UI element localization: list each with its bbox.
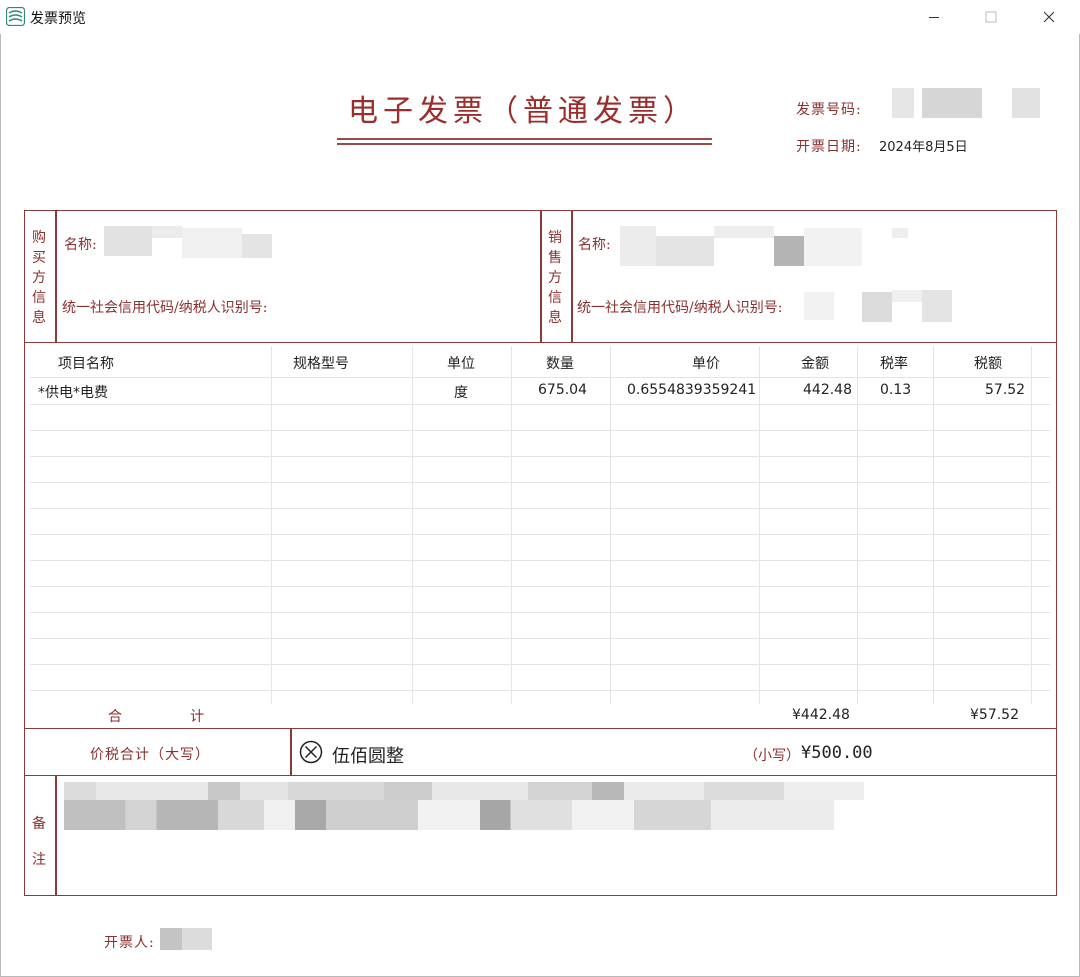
- minimize-icon: [929, 17, 939, 18]
- redacted-invoice-number: [922, 88, 982, 118]
- redacted-buyer-name: [152, 226, 182, 238]
- grid-line: [857, 346, 858, 704]
- total-label: 计: [190, 709, 204, 725]
- invoice-title: 电子发票（普通发票）: [348, 94, 698, 129]
- grid-line: [30, 560, 1050, 561]
- grid-line: [271, 346, 272, 704]
- grid-line: [511, 346, 512, 704]
- column-header: 数量: [546, 356, 574, 372]
- divider: [55, 210, 57, 343]
- item-quantity: 675.04: [538, 382, 587, 398]
- items-table-frame: [24, 342, 1057, 729]
- redacted-seller-tax-id: [892, 290, 922, 302]
- buyer-tax-id-label: 统一社会信用代码/纳税人识别号:: [62, 300, 268, 316]
- title-underline-bottom: [337, 143, 712, 145]
- grid-line: [30, 534, 1050, 535]
- column-header: 税额: [974, 356, 1002, 372]
- cross-circle-icon: [299, 740, 323, 764]
- invoice-date-label: 开票日期:: [796, 139, 862, 155]
- redacted-seller-tax-id: [862, 292, 892, 322]
- redacted-buyer-name: [104, 226, 152, 256]
- redacted-seller-name: [804, 228, 862, 266]
- total-tax: ¥57.52: [970, 707, 1019, 723]
- redacted-seller-name: [714, 226, 774, 238]
- item-name: *供电*电费: [38, 385, 108, 401]
- maximize-button[interactable]: [968, 0, 1014, 34]
- seller-name-label: 名称:: [578, 237, 611, 253]
- redacted-issuer: [160, 928, 182, 950]
- grid-line: [30, 508, 1050, 509]
- grid-line: [30, 612, 1050, 613]
- column-header: 项目名称: [58, 356, 114, 372]
- column-header: 金额: [801, 356, 829, 372]
- grid-line: [30, 638, 1050, 639]
- total-amount: ¥442.48: [792, 707, 850, 723]
- grid-line: [30, 664, 1050, 665]
- grid-line: [30, 404, 1050, 405]
- divider: [290, 728, 292, 776]
- buyer-name-label: 名称:: [64, 237, 97, 253]
- grid-line: [30, 430, 1050, 431]
- column-header: 税率: [880, 356, 908, 372]
- total-label: 合: [108, 709, 122, 725]
- item-unit: 度: [454, 385, 468, 401]
- title-underline-top: [337, 138, 712, 140]
- grid-line: [30, 586, 1050, 587]
- issuer-label: 开票人:: [104, 935, 155, 951]
- redacted-seller-tax-id: [804, 292, 834, 320]
- redacted-issuer: [182, 928, 212, 950]
- app-icon: [6, 7, 25, 26]
- grid-line: [30, 456, 1050, 457]
- redacted-seller-name: [774, 236, 804, 266]
- invoice-number-label: 发票号码:: [796, 102, 862, 118]
- grid-line: [30, 690, 1050, 691]
- redaction-bar: [64, 782, 864, 800]
- grid-line: [933, 346, 934, 704]
- grid-line: [610, 346, 611, 704]
- column-header: 单价: [692, 356, 720, 372]
- redaction-bar: [64, 800, 834, 830]
- redacted-seller-name: [656, 236, 714, 266]
- buyer-section-label: 购买方信息: [32, 230, 46, 326]
- remarks-label: 备注: [32, 816, 46, 868]
- title-bar[interactable]: 发票预览: [0, 0, 1080, 34]
- divider: [571, 210, 573, 343]
- grid-line: [759, 346, 760, 704]
- redacted-seller-name: [892, 228, 908, 238]
- divider: [55, 775, 57, 896]
- close-button[interactable]: [1026, 0, 1072, 34]
- grid-line: [30, 482, 1050, 483]
- column-header: 规格型号: [293, 356, 349, 372]
- item-tax: 57.52: [985, 382, 1026, 398]
- close-icon: [1043, 11, 1055, 23]
- window-title: 发票预览: [30, 11, 86, 27]
- invoice-date-value: 2024年8月5日: [879, 140, 968, 155]
- redacted-invoice-number: [892, 88, 914, 118]
- grand-total-small-label: （小写）: [744, 748, 800, 764]
- maximize-icon: [985, 11, 997, 23]
- grid-line: [30, 377, 1050, 378]
- minimize-button[interactable]: [911, 0, 957, 34]
- grid-line: [1031, 346, 1032, 704]
- grand-total-small: ¥500.00: [801, 743, 873, 763]
- redacted-invoice-number: [1012, 88, 1040, 118]
- item-unit-price: 0.6554839359241: [627, 382, 757, 398]
- item-amount: 442.48: [803, 382, 852, 398]
- redacted-seller-name: [620, 226, 656, 266]
- seller-tax-id-label: 统一社会信用代码/纳税人识别号:: [577, 300, 783, 316]
- seller-section-label: 销售方信息: [548, 230, 562, 326]
- column-header: 单位: [447, 356, 475, 372]
- grid-line: [412, 346, 413, 704]
- grand-total-label: 价税合计（大写）: [90, 747, 210, 763]
- redacted-buyer-name: [242, 234, 272, 258]
- redacted-seller-tax-id: [922, 290, 952, 322]
- grand-total-words: 伍佰圆整: [332, 746, 404, 767]
- redacted-buyer-name: [182, 228, 242, 258]
- item-tax-rate: 0.13: [880, 382, 912, 398]
